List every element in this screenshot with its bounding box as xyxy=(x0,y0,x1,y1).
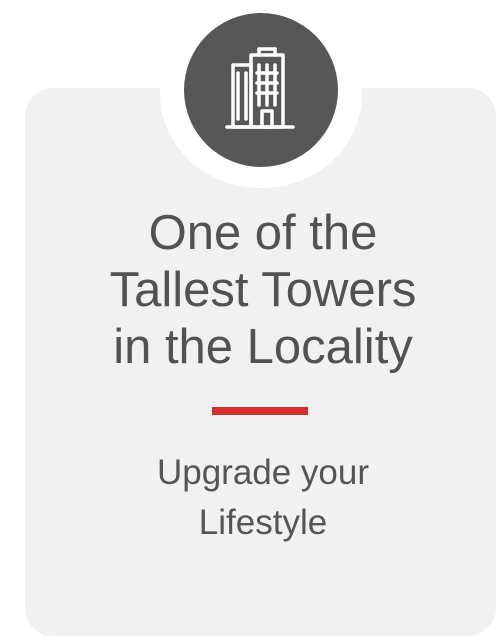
title-line-2: Tallest Towers xyxy=(109,263,417,317)
title-line-3: in the Locality xyxy=(113,320,413,374)
icon-badge xyxy=(184,13,338,167)
subtitle-line-2: Lifestyle xyxy=(198,503,328,542)
page-title: One of the Tallest Towers in the Localit… xyxy=(30,205,496,376)
title-line-1: One of the xyxy=(148,206,378,260)
accent-divider xyxy=(212,407,308,415)
building-icon xyxy=(225,47,295,129)
subtitle: Upgrade your Lifestyle xyxy=(30,448,496,548)
subtitle-line-1: Upgrade your xyxy=(156,453,370,492)
